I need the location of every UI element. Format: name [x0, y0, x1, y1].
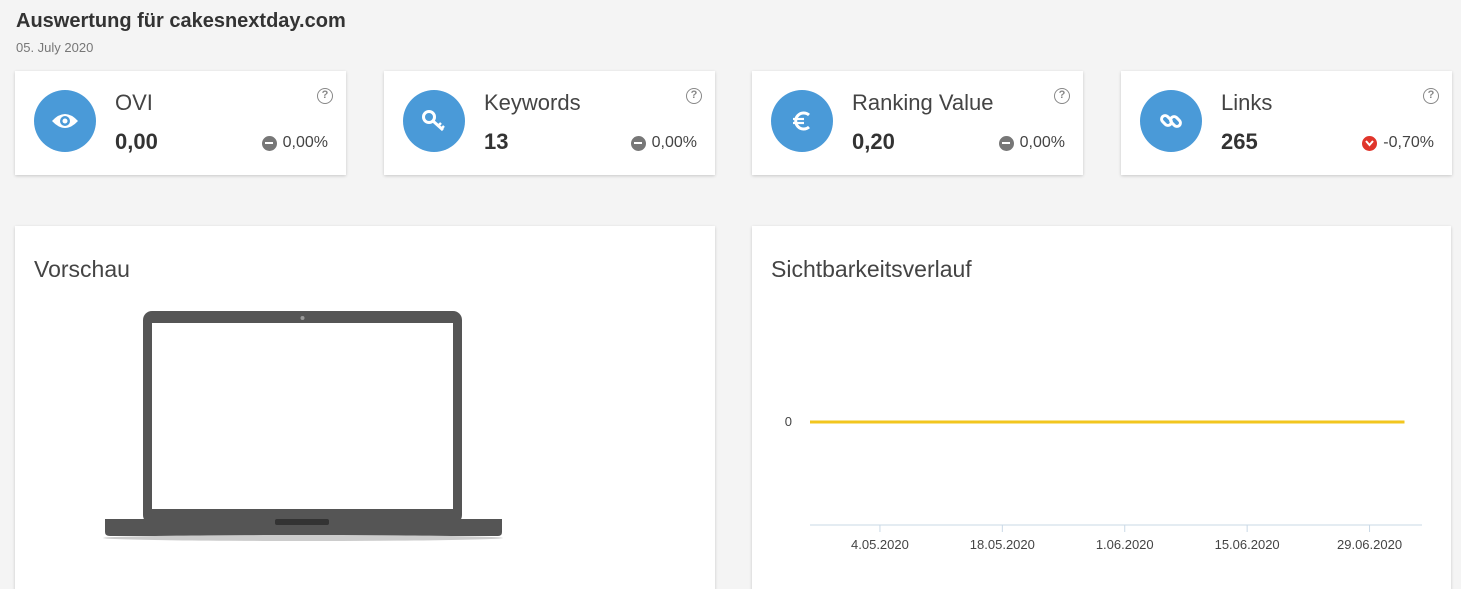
- page-title: Auswertung für cakesnextday.com: [16, 10, 346, 32]
- x-tick-label: 18.05.2020: [970, 537, 1035, 552]
- kpi-change: 0,00%: [998, 134, 1065, 152]
- visibility-history-panel: Sichtbarkeitsverlauf 4.05.2020 18.05.2020…: [752, 226, 1451, 589]
- kpi-card-links: Links 265 ? -0,70%: [1121, 71, 1452, 175]
- panel-title: Vorschau: [34, 256, 130, 282]
- kpi-card-ranking-value: Ranking Value 0,20 ? 0,00%: [752, 71, 1083, 175]
- report-date: 05. July 2020: [16, 40, 94, 55]
- y-tick-label: 0: [785, 414, 792, 429]
- help-icon[interactable]: ?: [1423, 88, 1439, 104]
- x-tick-label: 15.06.2020: [1215, 537, 1280, 552]
- kpi-change-value: -0,70%: [1383, 134, 1434, 151]
- visibility-chart: 4.05.2020 18.05.2020 1.06.2020 15.06.2020 29…: [785, 414, 1422, 552]
- x-tick-label: 4.05.2020: [851, 537, 909, 552]
- kpi-value: 0,00: [115, 129, 158, 154]
- kpi-label: OVI: [115, 90, 153, 115]
- euro-icon: [771, 90, 833, 152]
- key-icon: [403, 90, 465, 152]
- laptop-preview-image: [103, 311, 503, 541]
- neutral-trend-icon: [261, 135, 277, 151]
- kpi-value: 265: [1221, 129, 1258, 154]
- kpi-change-value: 0,00%: [282, 134, 328, 151]
- help-icon[interactable]: ?: [1054, 88, 1070, 104]
- kpi-value: 0,20: [852, 129, 895, 154]
- kpi-label: Ranking Value: [852, 90, 994, 115]
- kpi-change-value: 0,00%: [1019, 134, 1065, 151]
- kpi-change: 0,00%: [630, 134, 697, 152]
- kpi-card-ovi: OVI 0,00 ? 0,00%: [15, 71, 346, 175]
- kpi-value: 13: [484, 129, 509, 154]
- kpi-change: 0,00%: [261, 134, 328, 152]
- kpi-label: Links: [1221, 90, 1273, 115]
- x-tick-label: 1.06.2020: [1096, 537, 1154, 552]
- link-icon: [1140, 90, 1202, 152]
- chevron-down-icon: [1362, 135, 1378, 151]
- help-icon[interactable]: ?: [686, 88, 702, 104]
- kpi-card-keywords: Keywords 13 ? 0,00%: [384, 71, 715, 175]
- neutral-trend-icon: [630, 135, 646, 151]
- neutral-trend-icon: [998, 135, 1014, 151]
- kpi-label: Keywords: [484, 90, 581, 115]
- kpi-change: -0,70%: [1362, 134, 1434, 152]
- preview-panel: Vorschau: [15, 226, 715, 589]
- x-tick-label: 29.06.2020: [1337, 537, 1402, 552]
- kpi-change-value: 0,00%: [651, 134, 697, 151]
- help-icon[interactable]: ?: [317, 88, 333, 104]
- eye-icon: [34, 90, 96, 152]
